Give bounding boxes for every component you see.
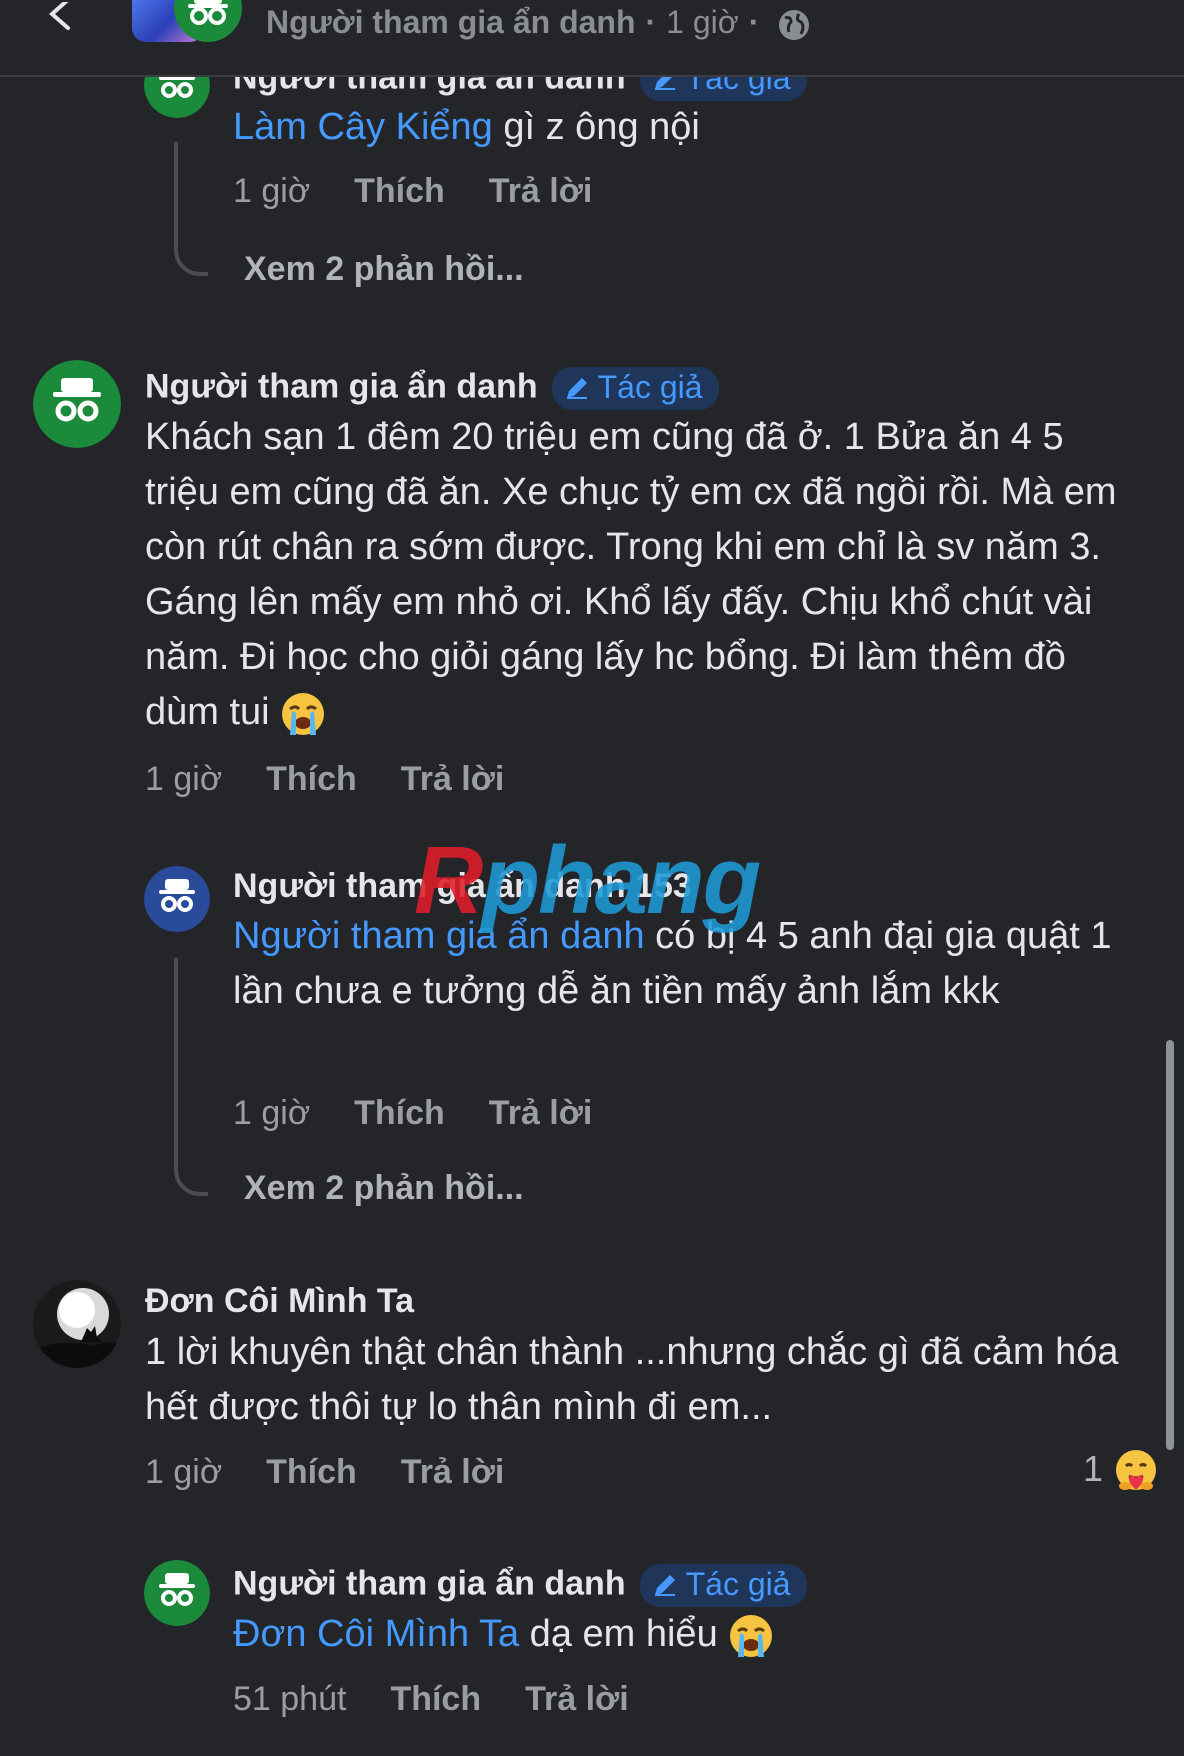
post-header: Người tham gia ẩn danh · 1 giờ · (0, 0, 1184, 77)
more-icon[interactable] (1090, 0, 1150, 12)
header-post-time: 1 giờ (666, 4, 739, 40)
comment-time: 1 giờ (233, 1094, 311, 1132)
crying-emoji-icon (730, 1614, 773, 1657)
reaction-count: 1 (1083, 1448, 1104, 1489)
like-button[interactable]: Thích (390, 1680, 481, 1718)
header-separator-2: · (748, 4, 760, 40)
author-badge: Tác giả (551, 367, 719, 410)
thread-line (174, 958, 208, 1196)
comment-author-name[interactable]: Đơn Côi Mình Ta (145, 1282, 414, 1321)
comment-text: 1 lời khuyên thật chân thành ...nhưng ch… (145, 1325, 1145, 1435)
comment-actions: 1 giờ Thích Trả lời (233, 172, 636, 211)
comment-author-name[interactable]: Người tham gia ẩn danh Tác giả (145, 367, 719, 410)
pencil-icon (654, 1574, 675, 1596)
comment-time: 1 giờ (145, 1453, 223, 1491)
header-separator: · (645, 4, 657, 40)
comment-body: gì z ông nội (492, 106, 700, 148)
comment-actions: 1 giờ Thích Trả lời (145, 760, 548, 799)
comment-text: Khách sạn 1 đêm 20 triệu em cũng đã ở. 1… (145, 410, 1145, 740)
globe-icon (779, 9, 810, 40)
incognito-avatar[interactable] (33, 360, 121, 448)
crying-emoji-icon (282, 692, 325, 735)
comment-body: 1 lời khuyên thật chân thành ...nhưng ch… (145, 1331, 1119, 1428)
like-button[interactable]: Thích (266, 1453, 357, 1491)
like-button[interactable]: Thích (266, 760, 357, 798)
watermark-part-1: R (414, 827, 483, 934)
comment-actions: 1 giờ Thích Trả lời (145, 1453, 548, 1492)
watermark-logo: Rphang (414, 826, 761, 936)
comment-time: 1 giờ (233, 172, 311, 210)
view-replies-link[interactable]: Xem 2 phản hồi... (244, 250, 524, 289)
back-icon[interactable] (46, 2, 76, 32)
reply-button[interactable]: Trả lời (525, 1680, 629, 1718)
reply-button[interactable]: Trả lời (401, 760, 505, 798)
comment-actions: 1 giờ Thích Trả lời (233, 1094, 636, 1133)
mention-link[interactable]: Làm Cây Kiểng (233, 106, 493, 148)
author-name-text: Người tham gia ẩn danh (233, 1564, 626, 1603)
view-replies-link[interactable]: Xem 2 phản hồi... (244, 1169, 524, 1208)
mention-link[interactable]: Đơn Côi Mình Ta (233, 1613, 519, 1655)
watermark-part-2: phang (481, 827, 761, 934)
reply-button[interactable]: Trả lời (489, 172, 593, 210)
care-emoji-icon (1116, 1450, 1157, 1491)
header-title: Người tham gia ẩn danh · 1 giờ · (266, 4, 811, 42)
comment-body: Khách sạn 1 đêm 20 triệu em cũng đã ở. 1… (145, 416, 1117, 733)
comment-text: Làm Cây Kiểng gì z ông nội (233, 100, 1133, 155)
comment-body: dạ em hiểu (519, 1613, 718, 1655)
wolf-moon-avatar[interactable] (33, 1280, 121, 1368)
thread-line (174, 142, 208, 276)
incognito-icon[interactable] (172, 0, 244, 44)
comment-time: 51 phút (233, 1680, 347, 1718)
reply-button[interactable]: Trả lời (489, 1094, 593, 1132)
comment-actions: 51 phút Thích Trả lời (233, 1680, 673, 1719)
incognito-avatar[interactable] (144, 866, 210, 932)
reply-button[interactable]: Trả lời (401, 1453, 505, 1491)
header-author-name[interactable]: Người tham gia ẩn danh (266, 4, 636, 40)
like-button[interactable]: Thích (354, 172, 445, 210)
comment-text: Đơn Côi Mình Ta dạ em hiểu (233, 1607, 1133, 1662)
reaction-summary[interactable]: 1 (1083, 1448, 1159, 1494)
author-badge-label: Tác giả (597, 369, 703, 405)
pencil-icon (566, 377, 587, 399)
author-badge: Tác giả (639, 1564, 807, 1607)
scrollbar[interactable] (1166, 1040, 1174, 1450)
incognito-avatar[interactable] (144, 1560, 210, 1626)
comment-time: 1 giờ (145, 760, 223, 798)
author-name-text: Người tham gia ẩn danh (145, 367, 538, 406)
like-button[interactable]: Thích (354, 1094, 445, 1132)
author-badge-label: Tác giả (685, 1566, 791, 1602)
comment-author-name[interactable]: Người tham gia ẩn danh Tác giả (233, 1564, 807, 1607)
